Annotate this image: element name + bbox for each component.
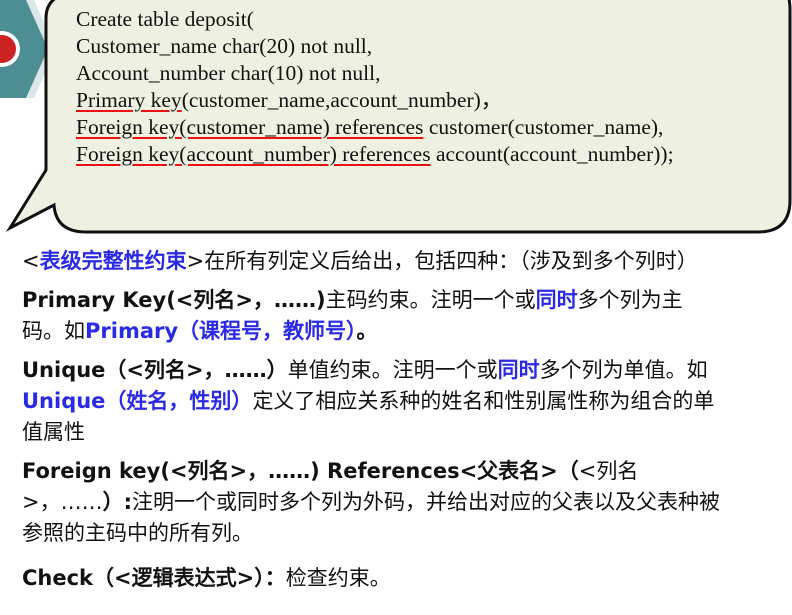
code-line-5: Foreign key(customer_name) references cu…: [76, 114, 781, 141]
table-constraint-intro: <表级完整性约束>在所有列定义后给出，包括四种：（涉及到多个列时）: [22, 249, 698, 273]
constraint-notes: <表级完整性约束>在所有列定义后给出，包括四种：（涉及到多个列时） Primar…: [22, 246, 722, 594]
foreign-key-note: Foreign key(<列名>，……) References<父表名>（<列名…: [22, 459, 721, 545]
unique-note: Unique（<列名>，……）单值约束。注明一个或同时多个列为单值。如Uniqu…: [22, 358, 715, 444]
code-line-2: Customer_name char(20) not null,: [76, 34, 373, 58]
code-line-6-rest: account(account_number));: [430, 142, 674, 166]
code-line-3: Account_number char(10) not null,: [76, 61, 381, 85]
unique-example: Unique（姓名，性别）: [22, 389, 253, 413]
sql-code-block: Create table deposit( Customer_name char…: [76, 6, 781, 168]
foreign-key-clause-2: Foreign key(account_number) references: [76, 142, 431, 166]
primary-key-clause: Primary key: [76, 88, 182, 112]
code-line-6: Foreign key(account_number) references a…: [76, 141, 781, 168]
code-line-1: Create table deposit(: [76, 7, 254, 31]
primary-example: Primary（课程号，教师号）: [85, 319, 357, 343]
table-constraint-term: 表级完整性约束: [39, 249, 187, 273]
code-line-4-rest: (customer_name,account_number)，: [181, 88, 503, 112]
check-note: Check（<逻辑表达式>）：检查约束。: [22, 566, 391, 590]
primary-key-note: Primary Key(<列名>，……)主码约束。注明一个或同时多个列为主码。如…: [22, 288, 683, 343]
code-line-5-rest: customer(customer_name),: [423, 115, 664, 139]
foreign-key-clause-1: Foreign key(customer_name) references: [76, 115, 424, 139]
code-line-4: Primary key(customer_name,account_number…: [76, 87, 781, 114]
